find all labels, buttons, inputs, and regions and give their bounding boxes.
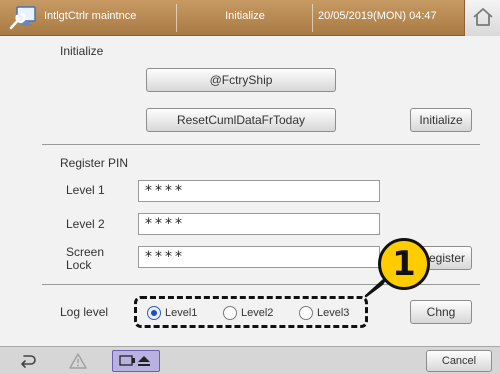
home-icon bbox=[473, 8, 493, 26]
log-level-radio-group: Level1 Level2 Level3 bbox=[134, 296, 368, 328]
app-name: IntlgtCtrlr maintnce bbox=[44, 10, 137, 22]
header-bar: IntlgtCtrlr maintnce Initialize 20/05/20… bbox=[0, 0, 500, 36]
back-button[interactable] bbox=[8, 350, 48, 372]
datetime-display: 20/05/2019(MON) 04:47 bbox=[318, 10, 437, 22]
radio-checked-icon bbox=[147, 306, 161, 320]
log-level-option-level3[interactable]: Level3 bbox=[299, 306, 349, 320]
back-arrow-icon bbox=[21, 355, 36, 368]
log-level-label: Log level bbox=[60, 305, 109, 319]
screen-lock-label-line2: Lock bbox=[66, 258, 92, 272]
radio-label: Level3 bbox=[317, 307, 350, 319]
level2-label: Level 2 bbox=[66, 217, 105, 231]
eject-media-icon bbox=[119, 355, 150, 366]
section-divider bbox=[42, 144, 480, 145]
page-title: Initialize bbox=[225, 10, 265, 22]
maintenance-screen: IntlgtCtrlr maintnce Initialize 20/05/20… bbox=[0, 0, 500, 374]
warning-icon bbox=[69, 353, 87, 369]
initialize-button[interactable]: Initialize bbox=[410, 108, 472, 132]
change-log-level-button[interactable]: Chng bbox=[410, 300, 472, 324]
footer-bar: Cancel bbox=[0, 346, 500, 374]
log-level-option-level2[interactable]: Level2 bbox=[223, 306, 273, 320]
radio-unchecked-icon bbox=[299, 306, 313, 320]
callout-number-badge: 1 bbox=[378, 238, 430, 290]
radio-label: Level1 bbox=[165, 307, 198, 319]
level2-pin-input[interactable]: **** bbox=[138, 213, 380, 235]
factory-ship-button[interactable]: @FctryShip bbox=[146, 68, 336, 92]
log-level-option-level1[interactable]: Level1 bbox=[147, 306, 197, 320]
reset-cumulative-data-button[interactable]: ResetCumlDataFrToday bbox=[146, 108, 336, 132]
radio-unchecked-icon bbox=[223, 306, 237, 320]
initialize-section-title: Initialize bbox=[60, 44, 104, 58]
screen-lock-pin-input[interactable]: **** bbox=[138, 246, 380, 268]
media-eject-button[interactable] bbox=[112, 350, 160, 372]
warning-button[interactable] bbox=[58, 350, 98, 372]
header-divider bbox=[312, 4, 313, 32]
wrench-monitor-icon bbox=[9, 6, 36, 30]
home-button[interactable] bbox=[464, 0, 500, 36]
register-pin-section-title: Register PIN bbox=[60, 156, 129, 170]
cancel-button[interactable]: Cancel bbox=[426, 350, 492, 372]
radio-label: Level2 bbox=[241, 307, 274, 319]
header-divider bbox=[176, 4, 177, 32]
level1-pin-input[interactable]: **** bbox=[138, 180, 380, 202]
level1-label: Level 1 bbox=[66, 183, 105, 197]
